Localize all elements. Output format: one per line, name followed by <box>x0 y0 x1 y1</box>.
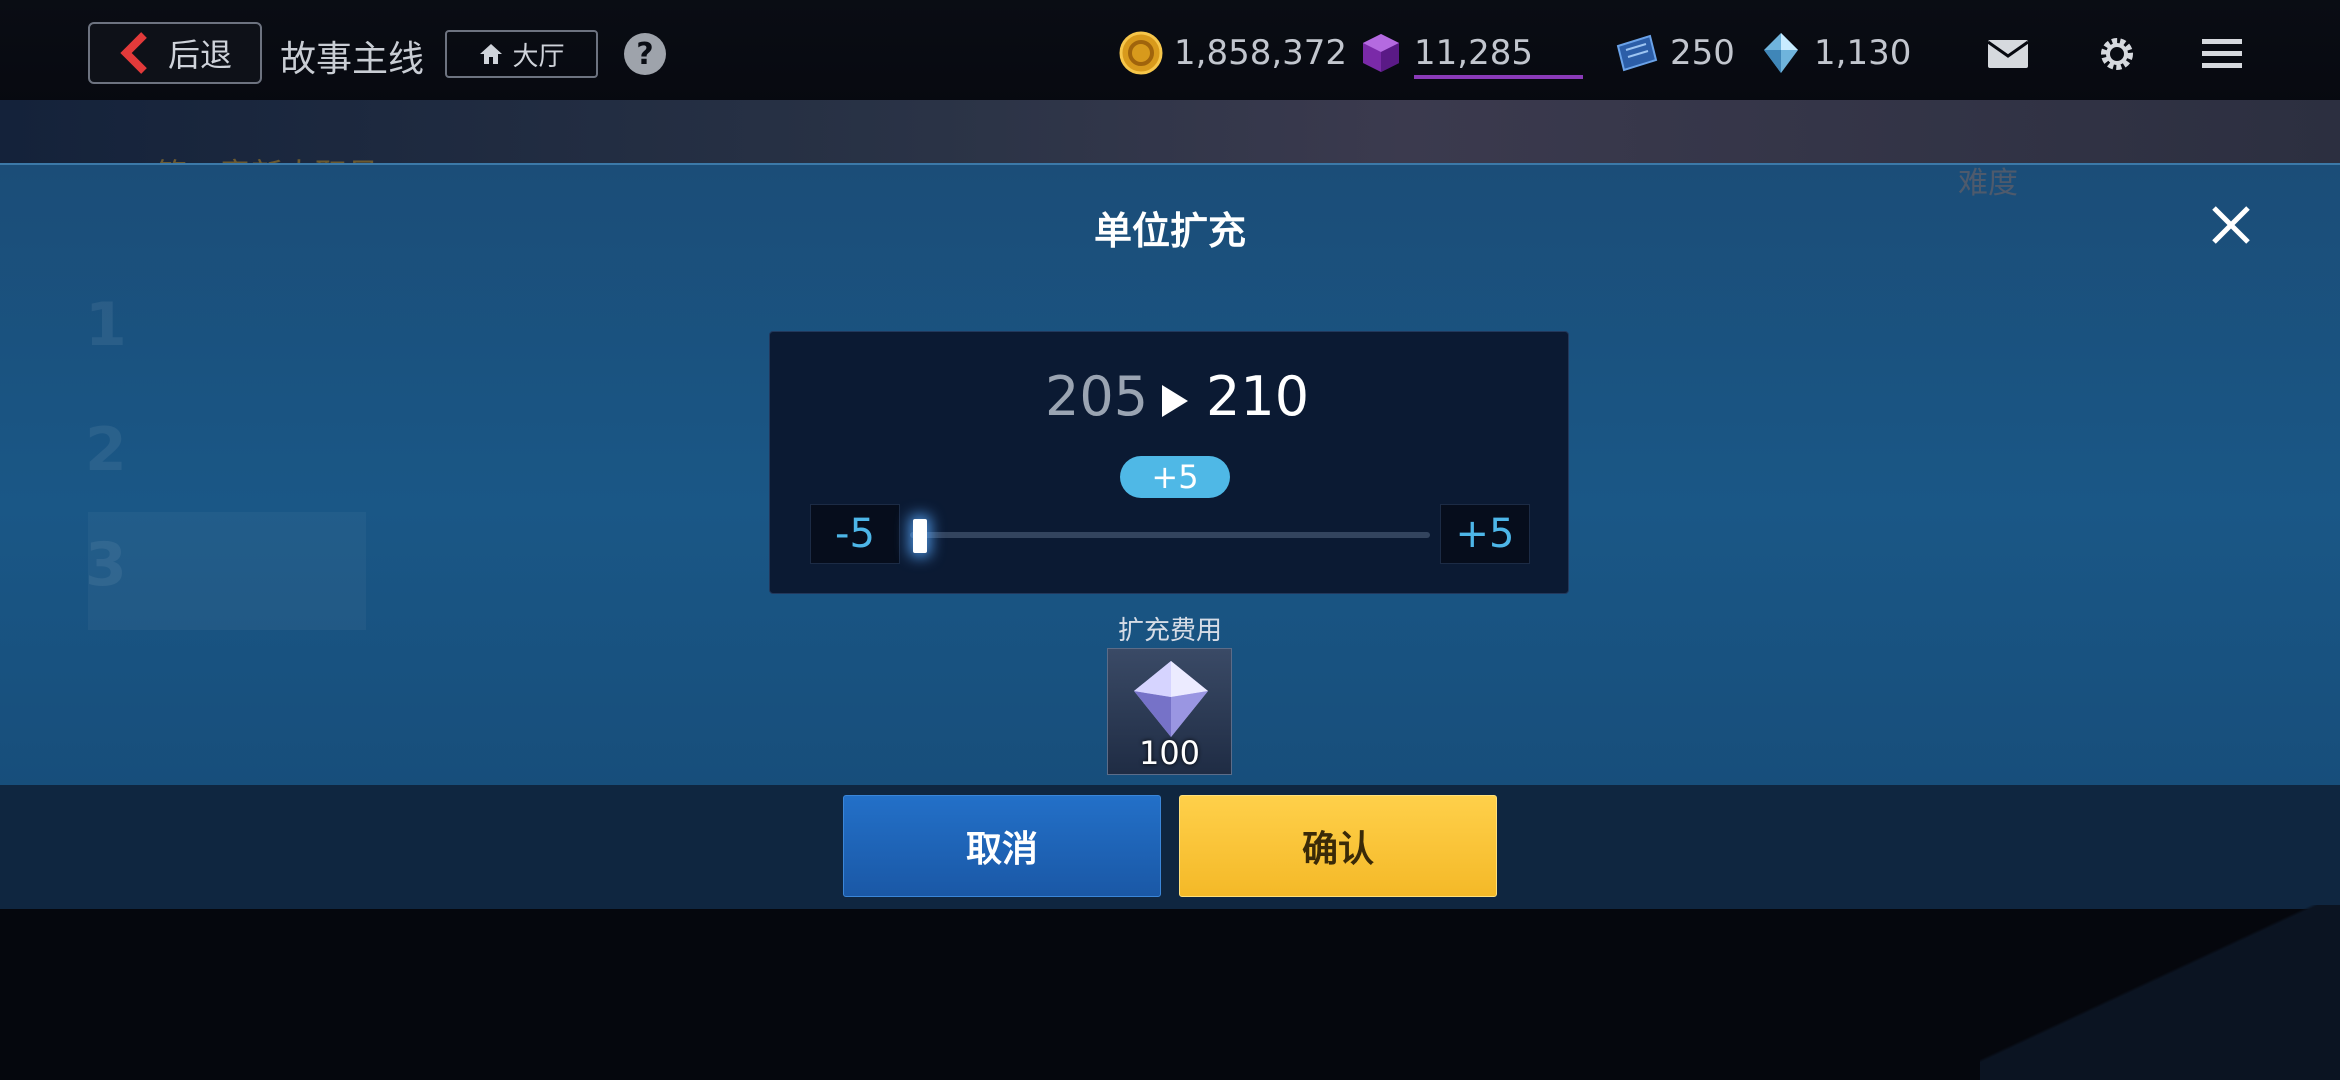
currency-crystal-value: 1,130 <box>1814 33 1912 73</box>
dialog-title: 单位扩充 <box>1093 209 1246 253</box>
currency-purple-underline <box>1414 75 1583 79</box>
new-slot-count: 210 <box>1206 365 1310 428</box>
cost-amount: 100 <box>1138 734 1201 772</box>
expand-slots-dialog: 1 2 3 难度 单位扩充 205 210 +5 -5 +5 扩充费用 100 <box>0 163 2340 787</box>
current-slot-count: 205 <box>1045 365 1149 428</box>
lobby-button[interactable]: 大厅 <box>445 30 598 78</box>
background-difficulty-label: 难度 <box>1958 166 2018 201</box>
help-icon[interactable]: ? <box>624 33 666 75</box>
background-list-number: 2 <box>85 415 127 485</box>
chevron-left-icon <box>120 32 147 74</box>
gear-icon[interactable] <box>2095 34 2139 74</box>
slot-slider-thumb[interactable] <box>913 519 927 553</box>
dialog-button-bar: 取消 确认 <box>0 785 2340 909</box>
page-title: 故事主线 <box>280 39 425 80</box>
close-icon[interactable] <box>2208 202 2254 248</box>
home-icon <box>480 44 503 64</box>
lobby-button-label: 大厅 <box>512 41 565 72</box>
currency-purple-value-wrap: 11,285 <box>1414 33 1583 79</box>
currency-purple-value: 11,285 <box>1414 33 1533 73</box>
currency-purple[interactable]: 11,285 <box>1358 30 1583 79</box>
increase-badge: +5 <box>1120 456 1230 498</box>
top-bar: 后退 故事主线 大厅 ? 1,858,372 11,285 250 1,130 <box>0 0 2340 108</box>
crystal-icon <box>1764 33 1798 73</box>
back-button-label: 后退 <box>168 36 233 74</box>
confirm-button[interactable]: 确认 <box>1179 795 1497 897</box>
cost-label: 扩充费用 <box>1117 616 1222 646</box>
cancel-button[interactable]: 取消 <box>843 795 1161 897</box>
play-arrow-icon <box>1162 385 1188 417</box>
mail-icon[interactable] <box>1986 34 2030 74</box>
menu-icon[interactable] <box>2200 34 2244 74</box>
background-list-number: 1 <box>85 290 127 360</box>
slot-count-panel: 205 210 +5 -5 +5 <box>769 331 1569 594</box>
currency-ticket-value: 250 <box>1670 33 1735 73</box>
diamond-icon <box>1134 661 1208 737</box>
purple-cube-icon <box>1363 34 1399 72</box>
gold-coin-icon <box>1119 31 1163 75</box>
slot-slider-track[interactable] <box>910 532 1430 538</box>
background-list-number: 3 <box>85 530 127 600</box>
decrement-button[interactable]: -5 <box>810 504 900 564</box>
cost-item: 100 <box>1107 648 1232 775</box>
back-button[interactable]: 后退 <box>88 22 262 84</box>
currency-gold[interactable]: 1,858,372 <box>1118 30 1347 76</box>
currency-crystal[interactable]: 1,130 <box>1758 30 1911 76</box>
blue-ticket-icon <box>1616 34 1658 72</box>
increment-button[interactable]: +5 <box>1440 504 1530 564</box>
decorative-stripe <box>1980 905 2340 1080</box>
currency-gold-value: 1,858,372 <box>1174 33 1348 73</box>
currency-ticket[interactable]: 250 <box>1614 30 1735 76</box>
